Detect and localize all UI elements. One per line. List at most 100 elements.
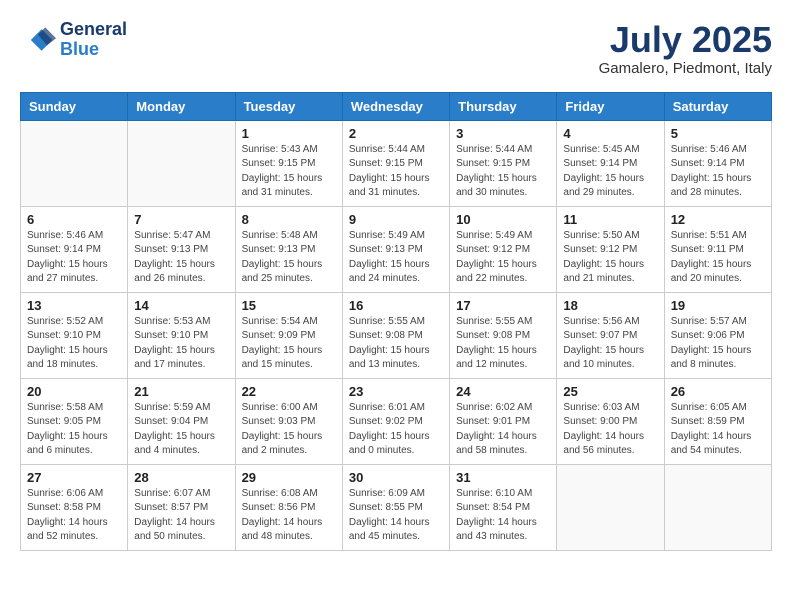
calendar-cell (21, 120, 128, 206)
day-info: Sunrise: 5:49 AM Sunset: 9:13 PM Dayligh… (349, 229, 443, 287)
day-number: 13 (27, 298, 121, 313)
day-number: 22 (242, 384, 336, 399)
calendar-cell: 7 Sunrise: 5:47 AM Sunset: 9:13 PM Daylig… (128, 206, 235, 292)
day-number: 24 (456, 384, 550, 399)
calendar-cell: 9Sunrise: 5:49 AM Sunset: 9:13 PM Daylig… (342, 206, 449, 292)
day-info: Sunrise: 5:48 AM Sunset: 9:13 PM Dayligh… (242, 229, 336, 287)
calendar-cell: 27 Sunrise: 6:06 AM Sunset: 8:58 PM Dayli… (21, 464, 128, 550)
calendar-cell: 11 Sunrise: 5:50 AM Sunset: 9:12 PM Dayli… (557, 206, 664, 292)
day-number: 7 (134, 212, 228, 227)
calendar-cell: 28 Sunrise: 6:07 AM Sunset: 8:57 PM Dayli… (128, 464, 235, 550)
calendar-cell: 25 Sunrise: 6:03 AM Sunset: 9:00 PM Dayli… (557, 378, 664, 464)
day-info: Sunrise: 6:05 AM Sunset: 8:59 PM Dayligh… (671, 401, 765, 459)
day-info: Sunrise: 5:53 AM Sunset: 9:10 PM Dayligh… (134, 315, 228, 373)
week-row-1: 1 Sunrise: 5:43 AM Sunset: 9:15 PM Daylig… (21, 120, 772, 206)
day-number: 31 (456, 470, 550, 485)
calendar-cell: 12Sunrise: 5:51 AM Sunset: 9:11 PM Dayli… (664, 206, 771, 292)
calendar-cell: 22Sunrise: 6:00 AM Sunset: 9:03 PM Dayli… (235, 378, 342, 464)
calendar-cell: 26 Sunrise: 6:05 AM Sunset: 8:59 PM Dayli… (664, 378, 771, 464)
month-title: July 2025 (599, 20, 772, 60)
weekday-header-tuesday: Tuesday (235, 92, 342, 120)
calendar-cell (557, 464, 664, 550)
day-info: Sunrise: 5:57 AM Sunset: 9:06 PM Dayligh… (671, 315, 765, 373)
weekday-header-friday: Friday (557, 92, 664, 120)
day-info: Sunrise: 5:59 AM Sunset: 9:04 PM Dayligh… (134, 401, 228, 459)
day-info: Sunrise: 6:01 AM Sunset: 9:02 PM Dayligh… (349, 401, 443, 459)
calendar-cell: 24 Sunrise: 6:02 AM Sunset: 9:01 PM Dayli… (450, 378, 557, 464)
day-number: 17 (456, 298, 550, 313)
day-info: Sunrise: 5:55 AM Sunset: 9:08 PM Dayligh… (456, 315, 550, 373)
page-header: General Blue July 2025 Gamalero, Piedmon… (20, 20, 772, 77)
weekday-header-monday: Monday (128, 92, 235, 120)
calendar-cell: 14 Sunrise: 5:53 AM Sunset: 9:10 PM Dayli… (128, 292, 235, 378)
day-info: Sunrise: 6:10 AM Sunset: 8:54 PM Dayligh… (456, 487, 550, 545)
day-number: 1 (242, 126, 336, 141)
calendar-cell: 29Sunrise: 6:08 AM Sunset: 8:56 PM Dayli… (235, 464, 342, 550)
day-info: Sunrise: 5:50 AM Sunset: 9:12 PM Dayligh… (563, 229, 657, 287)
day-info: Sunrise: 5:49 AM Sunset: 9:12 PM Dayligh… (456, 229, 550, 287)
logo-text-general: General (60, 20, 127, 40)
day-info: Sunrise: 5:55 AM Sunset: 9:08 PM Dayligh… (349, 315, 443, 373)
calendar-cell: 20Sunrise: 5:58 AM Sunset: 9:05 PM Dayli… (21, 378, 128, 464)
week-row-5: 27 Sunrise: 6:06 AM Sunset: 8:58 PM Dayli… (21, 464, 772, 550)
calendar-cell (664, 464, 771, 550)
calendar-cell: 21 Sunrise: 5:59 AM Sunset: 9:04 PM Dayli… (128, 378, 235, 464)
day-number: 18 (563, 298, 657, 313)
day-info: Sunrise: 6:06 AM Sunset: 8:58 PM Dayligh… (27, 487, 121, 545)
calendar-cell: 1 Sunrise: 5:43 AM Sunset: 9:15 PM Daylig… (235, 120, 342, 206)
day-number: 11 (563, 212, 657, 227)
day-info: Sunrise: 6:09 AM Sunset: 8:55 PM Dayligh… (349, 487, 443, 545)
calendar-cell: 17 Sunrise: 5:55 AM Sunset: 9:08 PM Dayli… (450, 292, 557, 378)
day-info: Sunrise: 6:03 AM Sunset: 9:00 PM Dayligh… (563, 401, 657, 459)
location: Gamalero, Piedmont, Italy (599, 60, 772, 77)
day-number: 21 (134, 384, 228, 399)
day-info: Sunrise: 6:02 AM Sunset: 9:01 PM Dayligh… (456, 401, 550, 459)
day-info: Sunrise: 5:43 AM Sunset: 9:15 PM Dayligh… (242, 143, 336, 201)
logo: General Blue (20, 20, 127, 60)
weekday-header-wednesday: Wednesday (342, 92, 449, 120)
logo-icon (20, 22, 56, 58)
day-number: 10 (456, 212, 550, 227)
weekday-header-saturday: Saturday (664, 92, 771, 120)
calendar-cell: 10 Sunrise: 5:49 AM Sunset: 9:12 PM Dayli… (450, 206, 557, 292)
day-number: 4 (563, 126, 657, 141)
day-info: Sunrise: 5:45 AM Sunset: 9:14 PM Dayligh… (563, 143, 657, 201)
calendar-cell: 3Sunrise: 5:44 AM Sunset: 9:15 PM Daylig… (450, 120, 557, 206)
day-info: Sunrise: 5:46 AM Sunset: 9:14 PM Dayligh… (27, 229, 121, 287)
calendar-cell: 4 Sunrise: 5:45 AM Sunset: 9:14 PM Daylig… (557, 120, 664, 206)
day-info: Sunrise: 5:52 AM Sunset: 9:10 PM Dayligh… (27, 315, 121, 373)
calendar-cell: 6Sunrise: 5:46 AM Sunset: 9:14 PM Daylig… (21, 206, 128, 292)
calendar-cell: 13 Sunrise: 5:52 AM Sunset: 9:10 PM Dayli… (21, 292, 128, 378)
week-row-3: 13 Sunrise: 5:52 AM Sunset: 9:10 PM Dayli… (21, 292, 772, 378)
day-info: Sunrise: 6:07 AM Sunset: 8:57 PM Dayligh… (134, 487, 228, 545)
day-info: Sunrise: 5:56 AM Sunset: 9:07 PM Dayligh… (563, 315, 657, 373)
calendar-cell: 16Sunrise: 5:55 AM Sunset: 9:08 PM Dayli… (342, 292, 449, 378)
day-info: Sunrise: 5:47 AM Sunset: 9:13 PM Dayligh… (134, 229, 228, 287)
day-number: 27 (27, 470, 121, 485)
day-info: Sunrise: 5:44 AM Sunset: 9:15 PM Dayligh… (456, 143, 550, 201)
calendar-cell: 18 Sunrise: 5:56 AM Sunset: 9:07 PM Dayli… (557, 292, 664, 378)
weekday-header-row: SundayMondayTuesdayWednesdayThursdayFrid… (21, 92, 772, 120)
day-number: 26 (671, 384, 765, 399)
calendar-cell: 8 Sunrise: 5:48 AM Sunset: 9:13 PM Daylig… (235, 206, 342, 292)
day-number: 15 (242, 298, 336, 313)
calendar-cell: 23 Sunrise: 6:01 AM Sunset: 9:02 PM Dayli… (342, 378, 449, 464)
day-info: Sunrise: 6:08 AM Sunset: 8:56 PM Dayligh… (242, 487, 336, 545)
day-number: 28 (134, 470, 228, 485)
day-info: Sunrise: 5:58 AM Sunset: 9:05 PM Dayligh… (27, 401, 121, 459)
day-number: 8 (242, 212, 336, 227)
calendar-cell: 31 Sunrise: 6:10 AM Sunset: 8:54 PM Dayli… (450, 464, 557, 550)
calendar-cell: 19Sunrise: 5:57 AM Sunset: 9:06 PM Dayli… (664, 292, 771, 378)
calendar-cell: 15 Sunrise: 5:54 AM Sunset: 9:09 PM Dayli… (235, 292, 342, 378)
day-number: 25 (563, 384, 657, 399)
calendar-cell: 2Sunrise: 5:44 AM Sunset: 9:15 PM Daylig… (342, 120, 449, 206)
weekday-header-sunday: Sunday (21, 92, 128, 120)
day-number: 23 (349, 384, 443, 399)
day-info: Sunrise: 5:44 AM Sunset: 9:15 PM Dayligh… (349, 143, 443, 201)
day-number: 5 (671, 126, 765, 141)
calendar-table: SundayMondayTuesdayWednesdayThursdayFrid… (20, 92, 772, 551)
day-info: Sunrise: 5:46 AM Sunset: 9:14 PM Dayligh… (671, 143, 765, 201)
day-info: Sunrise: 5:54 AM Sunset: 9:09 PM Dayligh… (242, 315, 336, 373)
day-number: 14 (134, 298, 228, 313)
calendar-cell: 5 Sunrise: 5:46 AM Sunset: 9:14 PM Daylig… (664, 120, 771, 206)
